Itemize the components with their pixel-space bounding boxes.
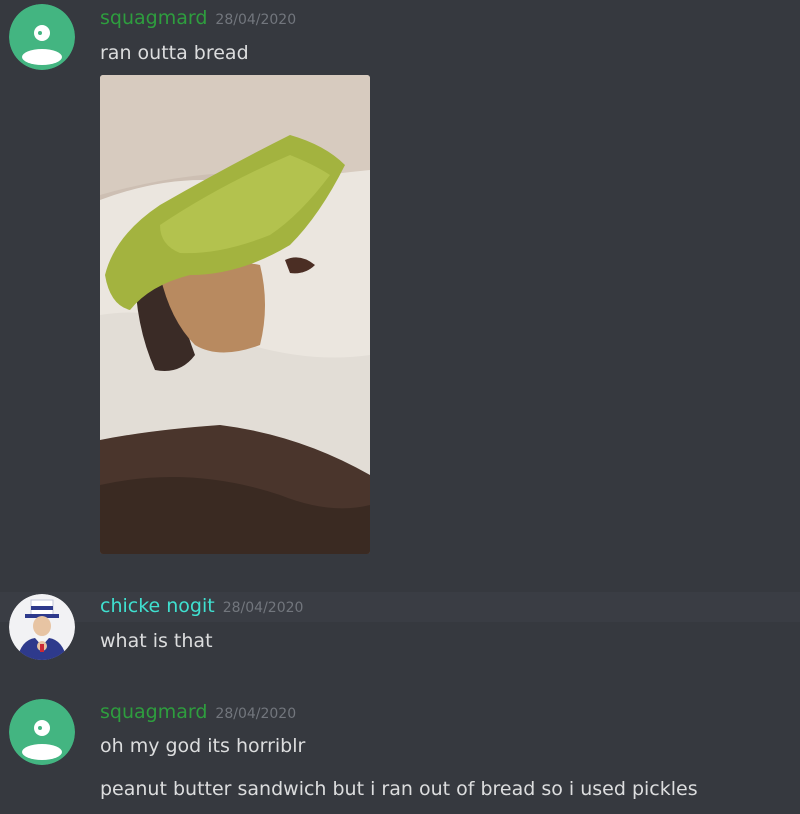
timestamp: 28/04/2020	[215, 12, 297, 28]
discord-default-avatar-icon	[9, 699, 75, 765]
image-attachment[interactable]	[100, 75, 370, 554]
timestamp: 28/04/2020	[215, 706, 297, 722]
message-header: chicke nogit 28/04/2020	[100, 595, 303, 617]
message-text: oh my god its horriblr	[100, 735, 306, 757]
author-name[interactable]: chicke nogit	[100, 595, 215, 617]
message-text: what is that	[100, 630, 213, 652]
user-avatar[interactable]	[9, 594, 75, 660]
message-header: squagmard 28/04/2020	[100, 7, 296, 29]
user-avatar[interactable]	[9, 699, 75, 765]
photo-pickle-sandwich	[100, 75, 370, 554]
uncle-sam-avatar-icon	[9, 594, 75, 660]
message-group-3[interactable]: squagmard 28/04/2020 oh my god its horrib…	[0, 695, 800, 814]
message-header: squagmard 28/04/2020	[100, 701, 296, 723]
discord-default-avatar-icon	[9, 4, 75, 70]
message-text: ran outta bread	[100, 42, 249, 64]
message-group-1[interactable]: squagmard 28/04/2020 ran outta bread	[0, 0, 800, 570]
author-name[interactable]: squagmard	[100, 7, 207, 29]
timestamp: 28/04/2020	[222, 600, 304, 616]
user-avatar[interactable]	[9, 4, 75, 70]
message-text: peanut butter sandwich but i ran out of …	[100, 778, 698, 800]
author-name[interactable]: squagmard	[100, 701, 207, 723]
message-group-2[interactable]: chicke nogit 28/04/2020 what is that	[0, 590, 800, 670]
